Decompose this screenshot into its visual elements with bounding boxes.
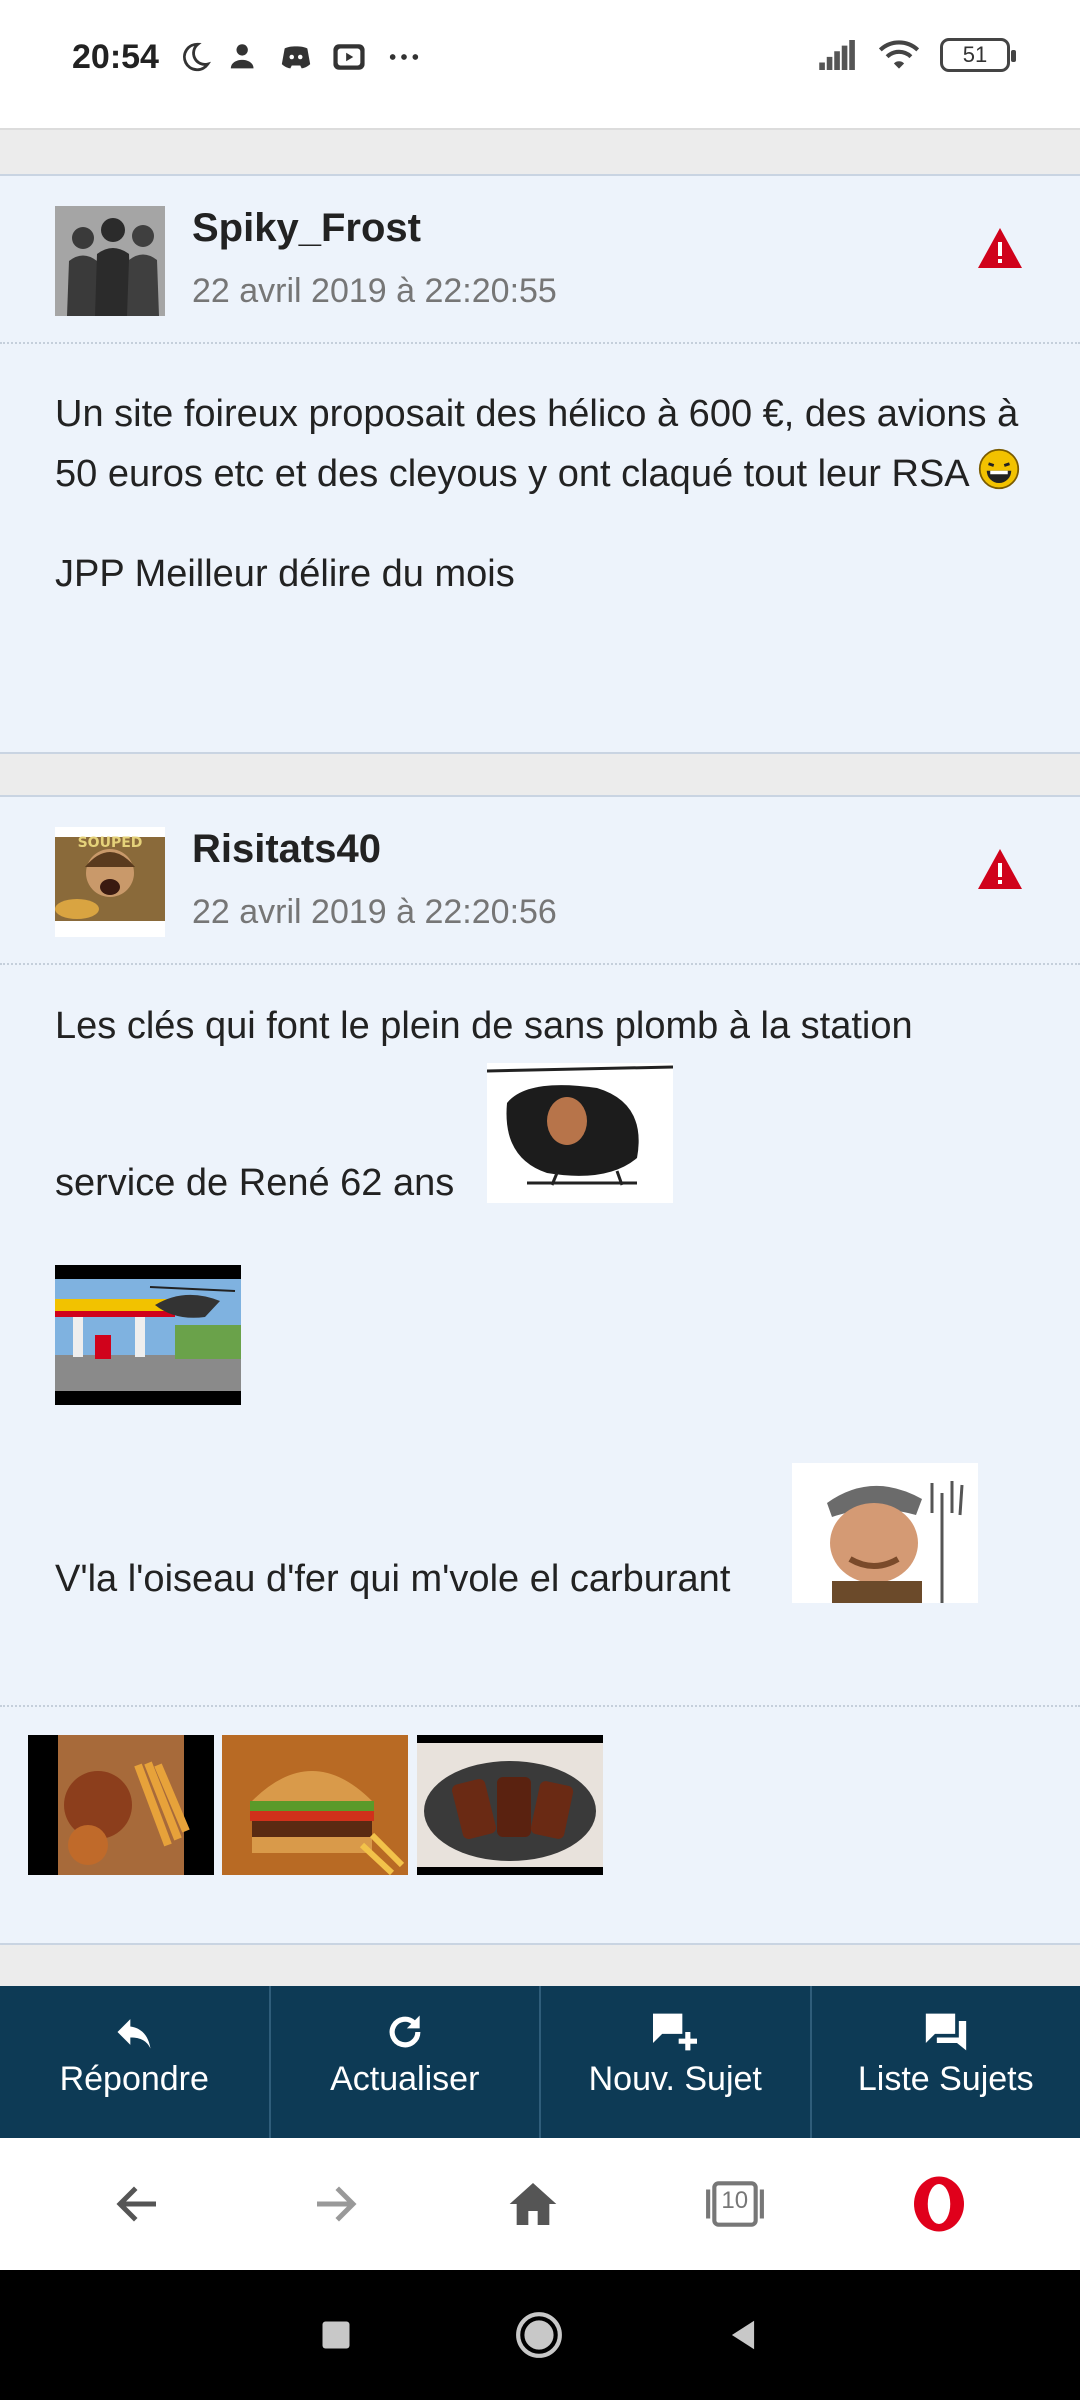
- post-line: Les clés qui font le plein de sans plomb…: [55, 1005, 913, 1047]
- reply-icon: [117, 2019, 151, 2049]
- report-warning-icon[interactable]: [976, 226, 1024, 270]
- youtube-icon: [333, 44, 365, 70]
- avatar[interactable]: [55, 206, 165, 316]
- post-line: V'la l'oiseau d'fer qui m'vole el carbur…: [55, 1558, 731, 1600]
- post-date: 22 avril 2019 à 22:20:55: [192, 272, 557, 310]
- opera-logo-icon[interactable]: [909, 2174, 969, 2234]
- post-header: SOUPED Risitats40 22 avril 2019 à 22:20:…: [0, 797, 1080, 965]
- back-triangle-icon[interactable]: [724, 2316, 762, 2354]
- post-author[interactable]: Risitats40: [192, 827, 381, 872]
- battery-icon: 51: [940, 38, 1016, 72]
- helicopter-sticker-image[interactable]: [487, 1063, 673, 1203]
- recent-apps-icon[interactable]: [318, 2317, 354, 2353]
- signal-icon: [819, 40, 855, 70]
- status-notification-icons: [178, 40, 424, 74]
- avatar-caption: SOUPED: [78, 835, 143, 851]
- food-thumbnail[interactable]: [28, 1735, 214, 1875]
- ribs-thumbnail[interactable]: [417, 1735, 603, 1875]
- post-author[interactable]: Spiky_Frost: [192, 206, 421, 251]
- forward-arrow-icon[interactable]: [308, 2177, 362, 2231]
- new-topic-label: Nouv. Sujet: [588, 2060, 762, 2098]
- post-date: 22 avril 2019 à 22:20:56: [192, 893, 557, 931]
- post-body: Un site foireux proposait des hélico à 6…: [0, 344, 1080, 604]
- avatar[interactable]: SOUPED: [55, 827, 165, 937]
- topic-list-label: Liste Sujets: [857, 2060, 1034, 2098]
- discord-icon: [281, 46, 311, 69]
- gas-station-helicopter-image[interactable]: [55, 1265, 241, 1405]
- back-arrow-icon[interactable]: [111, 2177, 165, 2231]
- topic-list-button[interactable]: Liste Sujets: [812, 1986, 1080, 2138]
- moon-icon: [183, 42, 212, 72]
- tabs-button[interactable]: 10: [704, 2179, 766, 2229]
- laughing-smiley-icon: [978, 448, 1020, 490]
- refresh-icon: [389, 2015, 421, 2048]
- burger-thumbnail[interactable]: [222, 1735, 408, 1875]
- old-man-pitchfork-sticker-image[interactable]: [792, 1463, 978, 1603]
- report-warning-icon[interactable]: [976, 847, 1024, 891]
- post-paragraph: Un site foireux proposait des hélico à 6…: [55, 393, 1020, 495]
- refresh-button[interactable]: Actualiser: [271, 1986, 541, 2138]
- person-off-icon: [230, 44, 254, 69]
- refresh-label: Actualiser: [330, 2060, 480, 2098]
- reply-label: Répondre: [59, 2060, 209, 2098]
- home-circle-icon[interactable]: [514, 2310, 564, 2360]
- new-topic-button[interactable]: Nouv. Sujet: [541, 1986, 812, 2138]
- home-icon[interactable]: [505, 2176, 561, 2232]
- status-system-icons: 51: [818, 38, 1016, 72]
- status-bar: 20:54 51: [0, 0, 1080, 130]
- more-icon: [389, 54, 419, 60]
- forum-action-bar: Répondre Actualiser Nouv. Sujet Liste Su…: [0, 1986, 1080, 2138]
- wifi-icon: [878, 40, 920, 69]
- topic-list-icon: [925, 2013, 966, 2051]
- post-paragraph: JPP Meilleur délire du mois: [55, 553, 515, 595]
- forum-post: Spiky_Frost 22 avril 2019 à 22:20:55 Un …: [0, 174, 1080, 754]
- post-body: Les clés qui font le plein de sans plomb…: [0, 965, 1080, 1705]
- forum-post: SOUPED Risitats40 22 avril 2019 à 22:20:…: [0, 795, 1080, 1945]
- system-nav-bar: [0, 2270, 1080, 2400]
- browser-nav-bar: 10: [0, 2138, 1080, 2270]
- status-time: 20:54: [72, 38, 159, 76]
- new-topic-icon: [653, 2013, 698, 2051]
- tabs-count: 10: [721, 2187, 749, 2214]
- reply-button[interactable]: Répondre: [0, 1986, 271, 2138]
- post-header: Spiky_Frost 22 avril 2019 à 22:20:55: [0, 176, 1080, 344]
- post-thumbnails: [0, 1705, 1080, 1945]
- post-line: service de René 62 ans: [55, 1162, 455, 1204]
